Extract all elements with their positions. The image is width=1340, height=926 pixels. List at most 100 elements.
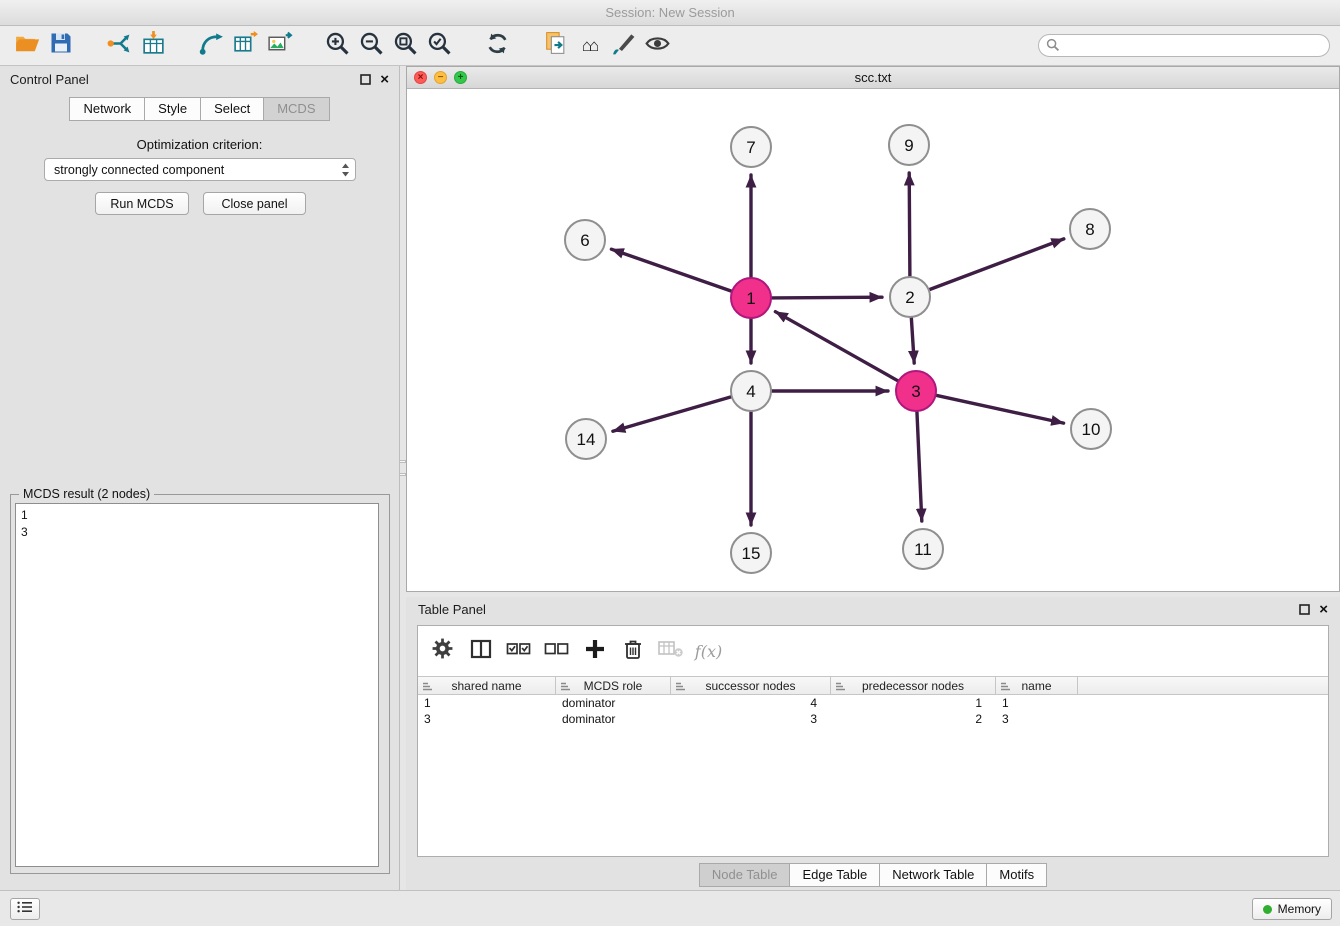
columns-icon <box>470 638 492 665</box>
zoom-out-button[interactable] <box>354 29 388 63</box>
column-label: shared name <box>451 679 521 693</box>
node-1[interactable]: 1 <box>731 278 771 318</box>
table-cell: 2 <box>831 712 996 726</box>
panel-splitter[interactable] <box>399 460 406 476</box>
apply-style-button[interactable] <box>606 29 640 63</box>
node-4[interactable]: 4 <box>731 371 771 411</box>
table-toolbar: f(x) <box>418 626 1328 676</box>
node-10[interactable]: 10 <box>1071 409 1111 449</box>
float-panel-icon[interactable] <box>360 74 371 85</box>
edge-3-11[interactable] <box>917 411 922 521</box>
node-7[interactable]: 7 <box>731 127 771 167</box>
export-image-button[interactable] <box>262 29 296 63</box>
network-overview-button[interactable]: ⌂⌂ <box>572 29 606 63</box>
run-mcds-button[interactable]: Run MCDS <box>95 192 189 215</box>
optimization-criterion-label: Optimization criterion: <box>0 137 399 152</box>
result-line: 3 <box>21 524 373 541</box>
delete-rows-button[interactable] <box>618 637 647 666</box>
node-table-body: 1dominator4113dominator323 <box>418 695 1328 727</box>
node-14[interactable]: 14 <box>566 419 606 459</box>
zoom-out-icon <box>358 30 385 62</box>
table-row[interactable]: 1dominator411 <box>418 695 1328 711</box>
node-2[interactable]: 2 <box>890 277 930 317</box>
maximize-window-icon[interactable]: + <box>454 71 467 84</box>
close-panel-button[interactable]: Close panel <box>203 192 306 215</box>
zoom-fit-button[interactable] <box>388 29 422 63</box>
column-header-successor-nodes[interactable]: successor nodes <box>671 677 831 694</box>
column-label: MCDS role <box>584 679 643 693</box>
copy-document-button[interactable] <box>538 29 572 63</box>
export-table-button[interactable] <box>228 29 262 63</box>
close-table-panel-icon[interactable]: × <box>1319 602 1328 617</box>
zoom-selected-button[interactable] <box>422 29 456 63</box>
refresh-view-button[interactable] <box>480 29 514 63</box>
edge-2-3[interactable] <box>911 317 914 363</box>
edge-2-8[interactable] <box>929 239 1064 290</box>
node-6[interactable]: 6 <box>565 220 605 260</box>
import-network-button[interactable] <box>102 29 136 63</box>
delete-table-button[interactable] <box>656 637 685 666</box>
function-builder-button[interactable]: f(x) <box>694 637 723 666</box>
memory-button[interactable]: Memory <box>1252 898 1332 920</box>
node-label: 14 <box>577 430 596 449</box>
mcds-result-fieldset: MCDS result (2 nodes) 13 <box>10 494 390 874</box>
select-all-button[interactable] <box>504 637 533 666</box>
tab-mcds[interactable]: MCDS <box>264 97 329 121</box>
close-panel-icon[interactable]: × <box>380 72 389 87</box>
show-graphics-button[interactable] <box>640 29 674 63</box>
tab-motifs[interactable]: Motifs <box>987 863 1047 887</box>
table-row[interactable]: 3dominator323 <box>418 711 1328 727</box>
search-icon <box>1046 38 1060 57</box>
add-row-button[interactable] <box>580 637 609 666</box>
tab-network-table[interactable]: Network Table <box>880 863 987 887</box>
node-3[interactable]: 3 <box>896 371 936 411</box>
float-table-panel-icon[interactable] <box>1299 604 1310 615</box>
import-table-button[interactable] <box>136 29 170 63</box>
deselect-all-button[interactable] <box>542 637 571 666</box>
column-header-shared-name[interactable]: shared name <box>418 677 556 694</box>
paint-brush-icon <box>610 30 637 62</box>
control-panel-header: Control Panel × <box>0 66 399 92</box>
close-window-icon[interactable]: × <box>414 71 427 84</box>
column-header-name[interactable]: name <box>996 677 1078 694</box>
node-label: 4 <box>746 382 755 401</box>
node-table-window: f(x) shared name MCDS role successor nodes… <box>417 625 1329 857</box>
edge-3-10[interactable] <box>936 395 1064 423</box>
tab-network[interactable]: Network <box>69 97 145 121</box>
network-canvas[interactable]: 7 9 6 8 1 2 4 3 14 10 15 11 <box>407 89 1339 591</box>
node-label: 2 <box>905 288 914 307</box>
open-session-button[interactable] <box>10 29 44 63</box>
table-cell: 3 <box>671 712 831 726</box>
edge-4-14[interactable] <box>613 397 732 432</box>
network-arrow-icon <box>198 30 225 62</box>
optimization-criterion-select[interactable]: strongly connected component <box>44 158 356 181</box>
panel-list-button[interactable] <box>10 898 40 920</box>
tab-select[interactable]: Select <box>201 97 264 121</box>
table-settings-button[interactable] <box>428 637 457 666</box>
node-label: 11 <box>914 540 932 559</box>
eye-icon <box>644 30 671 62</box>
tab-node-table[interactable]: Node Table <box>699 863 791 887</box>
save-session-button[interactable] <box>44 29 78 63</box>
edge-1-2[interactable] <box>771 297 882 298</box>
edge-1-6[interactable] <box>611 249 732 291</box>
table-panel-title: Table Panel <box>418 602 486 617</box>
show-columns-button[interactable] <box>466 637 495 666</box>
search-box <box>1038 34 1330 57</box>
node-8[interactable]: 8 <box>1070 209 1110 249</box>
column-header-predecessor-nodes[interactable]: predecessor nodes <box>831 677 996 694</box>
tab-edge-table[interactable]: Edge Table <box>790 863 880 887</box>
homes-icon: ⌂⌂ <box>582 36 597 56</box>
node-11[interactable]: 11 <box>903 529 943 569</box>
table-cell: dominator <box>556 712 671 726</box>
clone-network-button[interactable] <box>194 29 228 63</box>
edge-3-1[interactable] <box>775 312 898 382</box>
column-header-MCDS-role[interactable]: MCDS role <box>556 677 671 694</box>
search-input[interactable] <box>1038 34 1330 57</box>
tab-style[interactable]: Style <box>145 97 201 121</box>
minimize-window-icon[interactable]: − <box>434 71 447 84</box>
edge-2-9[interactable] <box>909 173 910 277</box>
node-9[interactable]: 9 <box>889 125 929 165</box>
zoom-in-button[interactable] <box>320 29 354 63</box>
node-15[interactable]: 15 <box>731 533 771 573</box>
